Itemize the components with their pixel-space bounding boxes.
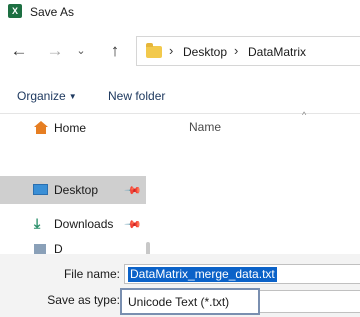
caret-down-icon: ▼ (68, 92, 77, 102)
breadcrumb-separator[interactable]: › (234, 43, 238, 58)
home-icon (34, 121, 48, 135)
downloads-icon: ⤓ (34, 215, 41, 231)
sidebar-item-label: D (54, 242, 63, 254)
breadcrumb-separator[interactable]: › (169, 43, 173, 58)
pin-icon[interactable]: 📌 (123, 215, 142, 234)
back-arrow-icon[interactable]: ← (8, 40, 30, 62)
forward-arrow-icon[interactable]: → (44, 40, 66, 62)
save-as-type-value: Unicode Text (*.txt) (128, 295, 230, 309)
sidebar-item-label: Home (54, 121, 87, 135)
save-options-panel: File name: DataMatrix_merge_data.txt Sav… (0, 254, 360, 317)
desktop-icon (33, 184, 48, 195)
title-bar: X Save As (0, 0, 360, 24)
toolbar: Organize ▼ New folder (0, 80, 360, 114)
window-title: Save As (30, 5, 75, 19)
organize-button[interactable]: Organize ▼ (17, 89, 77, 103)
sidebar-item-label: Downloads (54, 217, 114, 231)
navigation-bar: ← → ⌄ ↑ › Desktop › DataMatrix (0, 24, 360, 80)
column-header-name[interactable]: Name (189, 120, 221, 134)
excel-icon: X (8, 4, 22, 18)
file-name-label: File name: (63, 267, 120, 281)
chevron-down-icon[interactable]: ⌄ (72, 40, 90, 62)
save-as-type-dropdown-extension[interactable] (260, 290, 360, 313)
sidebar-item-label: Desktop (54, 183, 99, 197)
sidebar-item-downloads[interactable]: ⤓ Downloads 📌 (0, 210, 146, 238)
sidebar-item-partial[interactable]: D (0, 242, 146, 254)
file-name-input[interactable]: DataMatrix_merge_data.txt (124, 264, 360, 284)
file-list: ^ Name (152, 110, 360, 254)
save-as-type-dropdown[interactable]: Unicode Text (*.txt) (120, 288, 260, 315)
address-bar[interactable]: › Desktop › DataMatrix (136, 36, 360, 66)
file-name-value: DataMatrix_merge_data.txt (128, 267, 277, 282)
navigation-pane: Home Desktop 📌 ⤓ Downloads 📌 D (0, 114, 150, 317)
new-folder-button[interactable]: New folder (108, 89, 165, 103)
breadcrumb-desktop[interactable]: Desktop (183, 45, 227, 59)
up-arrow-icon[interactable]: ↑ (104, 40, 126, 62)
partial-icon (34, 244, 46, 254)
folder-icon (146, 43, 162, 58)
organize-label: Organize (17, 89, 66, 103)
sidebar-item-desktop[interactable]: Desktop 📌 (0, 176, 146, 204)
pin-icon[interactable]: 📌 (123, 181, 142, 200)
breadcrumb-datamatrix[interactable]: DataMatrix (248, 45, 306, 59)
sort-caret-icon: ^ (302, 110, 307, 120)
save-as-type-label: Save as type: (47, 293, 120, 307)
sidebar-item-home[interactable]: Home (0, 114, 146, 142)
